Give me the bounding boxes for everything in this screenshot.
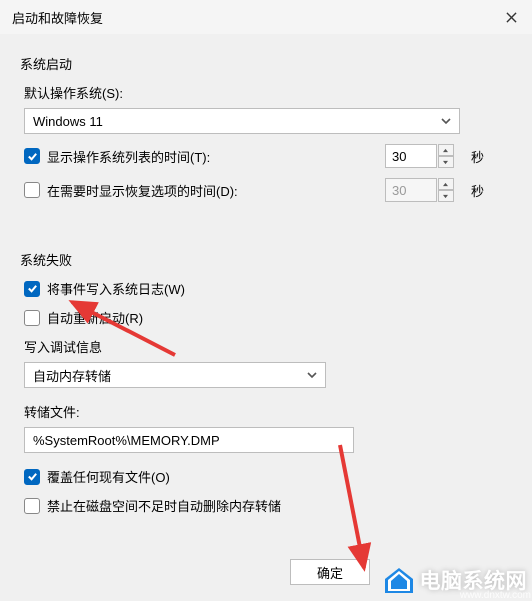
show-recovery-label: 在需要时显示恢复选项的时间(D): <box>47 181 238 200</box>
close-button[interactable] <box>500 6 522 28</box>
write-log-label: 将事件写入系统日志(W) <box>47 279 185 298</box>
dump-file-value: %SystemRoot%\MEMORY.DMP <box>33 433 220 448</box>
failure-group-title: 系统失败 <box>20 250 514 269</box>
show-os-list-value[interactable]: 30 <box>385 144 437 168</box>
no-delete-checkbox[interactable] <box>24 498 40 514</box>
spinner-down-button[interactable] <box>438 156 454 168</box>
startup-group-title: 系统启动 <box>20 54 514 73</box>
auto-restart-label: 自动重新启动(R) <box>47 308 143 327</box>
default-os-label: 默认操作系统(S): <box>24 83 514 102</box>
dump-file-input[interactable]: %SystemRoot%\MEMORY.DMP <box>24 427 354 453</box>
chevron-down-icon <box>307 368 317 383</box>
house-icon <box>382 565 416 595</box>
show-recovery-value: 30 <box>385 178 437 202</box>
spinner-up-button <box>438 178 454 190</box>
ok-button[interactable]: 确定 <box>290 559 370 585</box>
write-log-checkbox[interactable] <box>24 281 40 297</box>
window-title: 启动和故障恢复 <box>12 8 103 27</box>
show-os-list-label: 显示操作系统列表的时间(T): <box>47 147 210 166</box>
show-recovery-spinner: 30 <box>385 178 454 202</box>
ok-button-label: 确定 <box>317 563 343 582</box>
show-os-list-spinner[interactable]: 30 <box>385 144 454 168</box>
default-os-select[interactable]: Windows 11 <box>24 108 460 134</box>
titlebar: 启动和故障恢复 <box>0 0 532 34</box>
debug-label: 写入调试信息 <box>24 337 514 356</box>
content-area: 系统启动 默认操作系统(S): Windows 11 显示操作系统列表的时间(T… <box>0 34 532 535</box>
show-recovery-checkbox[interactable] <box>24 182 40 198</box>
unit-seconds: 秒 <box>471 147 484 166</box>
show-os-list-checkbox[interactable] <box>24 148 40 164</box>
overwrite-label: 覆盖任何现有文件(O) <box>47 467 170 486</box>
watermark-url: www.dnxtw.com <box>460 590 531 601</box>
chevron-down-icon <box>441 114 451 129</box>
debug-value: 自动内存转储 <box>33 366 111 385</box>
overwrite-checkbox[interactable] <box>24 469 40 485</box>
spinner-up-button[interactable] <box>438 144 454 156</box>
spinner-down-button <box>438 190 454 202</box>
unit-seconds: 秒 <box>471 181 484 200</box>
dump-file-label: 转储文件: <box>24 402 514 421</box>
debug-select[interactable]: 自动内存转储 <box>24 362 326 388</box>
no-delete-label: 禁止在磁盘空间不足时自动删除内存转储 <box>47 496 281 515</box>
default-os-value: Windows 11 <box>33 114 103 129</box>
auto-restart-checkbox[interactable] <box>24 310 40 326</box>
